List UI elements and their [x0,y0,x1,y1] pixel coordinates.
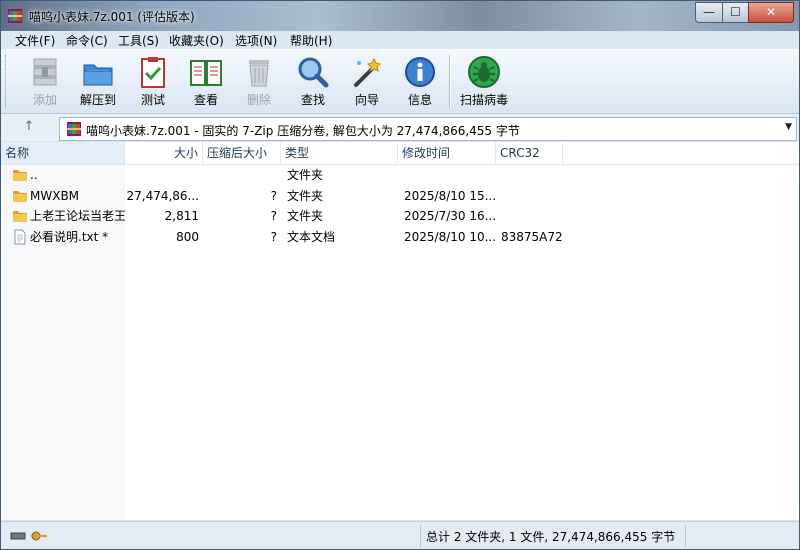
path-combobox[interactable]: 喵呜小表妹.7z.001 - 固实的 7-Zip 压缩分卷, 解包大小为 27,… [59,117,797,141]
view-label: 查看 [193,93,218,107]
title-bar[interactable]: 喵呜小表妹.7z.001 (评估版本) — ☐ ✕ [1,1,799,31]
winrar-app-icon [8,9,22,23]
file-row[interactable]: MWXBM 27,474,86...? 文件夹 2025/8/10 15... [1,186,799,206]
archive-path-text: 喵呜小表妹.7z.001 - 固实的 7-Zip 压缩分卷, 解包大小为 27,… [86,124,520,138]
close-button[interactable]: ✕ [748,2,794,23]
find-label: 查找 [300,93,325,107]
cell-crc: 83875A72 [501,229,563,244]
cell-crc [501,206,571,226]
wizard-wand-icon [354,57,381,87]
add-label: 添加 [32,93,57,107]
archive-icon [67,122,81,136]
info-icon [405,57,435,87]
file-row[interactable]: 上老王论坛当老王 2,811? 文件夹 2025/7/30 16... [1,206,799,226]
minimize-button[interactable]: — [695,2,723,23]
text-file-icon [14,229,26,244]
cell-type: 文件夹 [287,209,324,223]
menu-favorites[interactable]: 收藏夹(O) [169,32,224,49]
toolbar: 添加 解压到 测试 查看 删除 查找 向导 信息 扫描病毒 [1,49,799,114]
find-button[interactable]: 查找 [285,53,341,111]
cell-size: 800 [176,229,199,244]
cell-name: 上老王论坛当老王 [30,209,125,223]
window-title: 喵呜小表妹.7z.001 (评估版本) [29,10,195,24]
file-list[interactable]: 名称 大小 压缩后大小 类型 修改时间 CRC32 .. 文件夹 MWXBM 27,4… [1,142,799,520]
column-header-name-label: 名称 [5,146,30,160]
virus-scan-label: 扫描病毒 [459,93,508,107]
status-bar: 总计 2 文件夹, 1 文件, 27,474,866,455 字节 [1,521,799,549]
virus-scan-button[interactable]: 扫描病毒 [456,53,512,111]
cell-packed: ? [270,188,277,203]
find-magnifier-icon [298,57,329,88]
view-button[interactable]: 查看 [178,53,234,111]
view-book-icon [190,60,222,86]
extract-to-button[interactable]: 解压到 [70,53,126,111]
column-header-modified[interactable]: 修改时间 [398,142,496,164]
menu-options[interactable]: 选项(N) [235,32,277,49]
column-header-type[interactable]: 类型 [281,142,398,164]
status-divider-right [685,525,686,547]
status-summary: 总计 2 文件夹, 1 文件, 27,474,866,455 字节 [426,530,676,544]
address-bar: ↑ 喵呜小表妹.7z.001 - 固实的 7-Zip 压缩分卷, 解包大小为 2… [1,114,799,141]
folder-icon [13,170,27,181]
toolbar-separator [449,55,451,107]
chevron-down-icon[interactable]: ▼ [785,122,792,132]
cell-crc [501,186,571,206]
test-label: 测试 [140,93,165,107]
menu-file[interactable]: 文件(F) [15,32,55,49]
toolbar-grip[interactable] [5,55,9,107]
cell-modified: 2025/8/10 10... [404,229,496,244]
info-label: 信息 [407,93,432,107]
column-header-crc[interactable]: CRC32 [496,142,563,164]
folder-icon [13,190,27,202]
up-one-level-button[interactable]: ↑ [19,119,39,137]
column-headers: 名称 大小 压缩后大小 类型 修改时间 CRC32 [1,142,799,165]
cell-modified: 2025/8/10 15... [404,188,496,203]
file-row[interactable]: 必看说明.txt * 800? 文本文档 2025/8/10 10... 83875A7… [1,227,799,247]
cell-modified: 2025/7/30 16... [404,209,496,223]
virus-scan-icon [468,56,500,88]
info-button[interactable]: 信息 [392,53,448,111]
cell-type: 文本文档 [287,229,336,244]
status-divider [420,525,421,547]
menu-tools[interactable]: 工具(S) [118,32,159,49]
file-row[interactable]: .. 文件夹 [1,165,799,185]
cell-name: .. [30,168,38,182]
cell-modified [404,165,496,185]
test-button[interactable]: 测试 [125,53,181,111]
winrar-window: 喵呜小表妹.7z.001 (评估版本) — ☐ ✕ 文件(F) 命令(C) 工具… [0,0,800,550]
delete-label: 删除 [246,93,271,107]
cell-name: 必看说明.txt * [30,229,109,244]
menu-help[interactable]: 帮助(H) [290,32,332,49]
menu-bar: 文件(F) 命令(C) 工具(S) 收藏夹(O) 选项(N) 帮助(H) [1,31,799,49]
column-header-packed[interactable]: 压缩后大小 [203,142,281,164]
delete-trash-icon [249,60,269,87]
column-header-name[interactable]: 名称 [1,142,125,164]
wizard-label: 向导 [354,93,379,107]
cell-type: 文件夹 [287,188,324,203]
extract-to-label: 解压到 [79,93,116,107]
delete-button[interactable]: 删除 [231,53,287,111]
cell-size: 2,811 [164,209,199,223]
cell-crc [501,165,571,185]
test-archive-icon [141,57,165,88]
extract-to-icon [83,64,113,86]
column-header-size[interactable]: 大小 [125,142,203,164]
cell-packed: ? [270,209,277,223]
maximize-button[interactable]: ☐ [722,2,749,23]
add-button[interactable]: 添加 [17,53,73,111]
cell-packed [203,165,277,185]
wizard-button[interactable]: 向导 [339,53,395,111]
cell-type: 文件夹 [287,168,324,182]
drive-key-icon [10,531,47,541]
menu-command[interactable]: 命令(C) [66,32,108,49]
cell-packed: ? [270,229,277,244]
cell-size: 27,474,86... [126,188,199,203]
add-archive-icon [33,58,57,86]
cell-size [125,165,199,185]
folder-icon [13,211,27,222]
cell-name: MWXBM [30,188,80,203]
